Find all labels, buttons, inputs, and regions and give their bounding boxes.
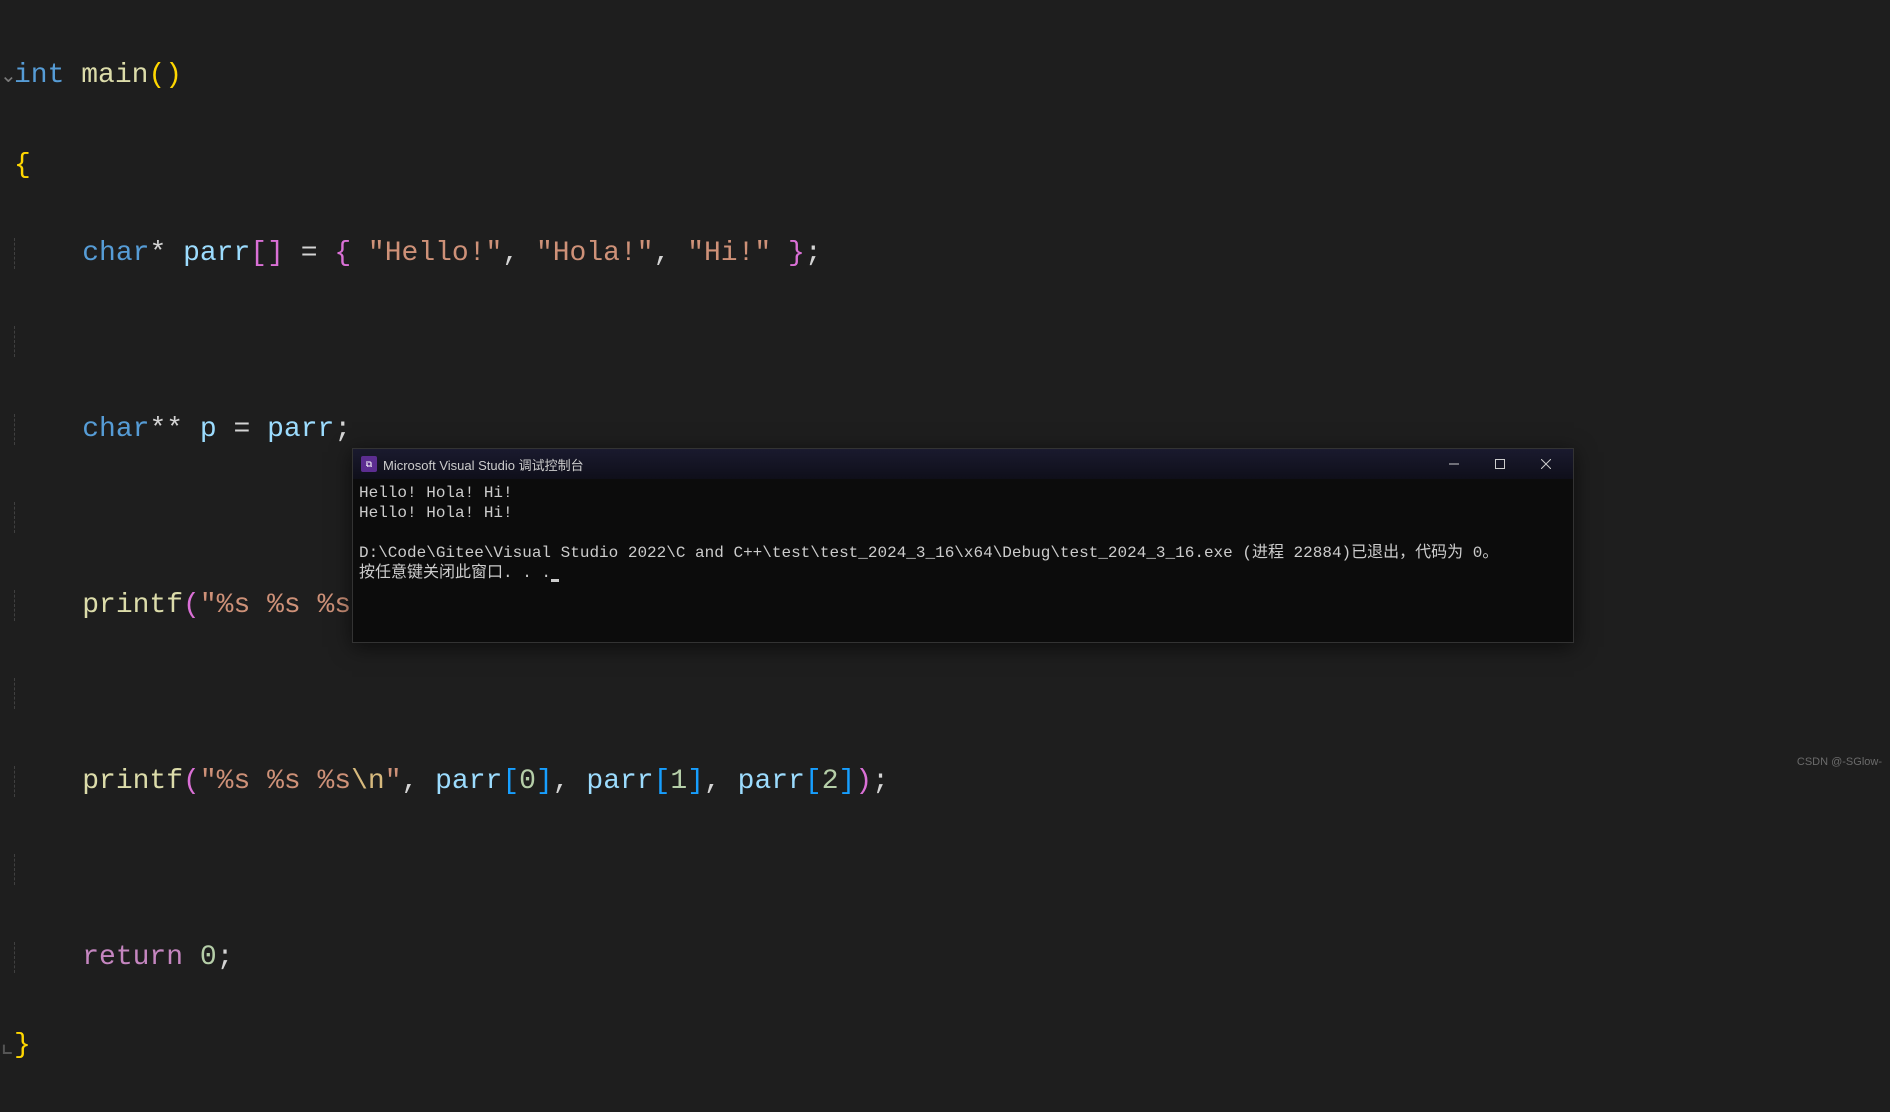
comma: , [704, 766, 738, 797]
quote: " [385, 766, 402, 797]
console-title: Microsoft Visual Studio 调试控制台 [383, 455, 1431, 474]
ptr-star: * [149, 238, 166, 269]
format-string: %s %s %s [217, 590, 351, 621]
bracket: [ [805, 766, 822, 797]
number: 2 [822, 766, 839, 797]
semicolon: ; [805, 238, 822, 269]
comma: , [402, 766, 436, 797]
string-hello: "Hello!" [368, 238, 502, 269]
number: 1 [670, 766, 687, 797]
func-printf: printf [82, 590, 183, 621]
paren-open: ( [183, 590, 200, 621]
brackets: [] [250, 238, 284, 269]
paren: () [148, 60, 182, 91]
debug-console-window[interactable]: ⧉ Microsoft Visual Studio 调试控制台 Hello! H… [352, 448, 1574, 643]
escape-newline: \n [351, 766, 385, 797]
keyword-char: char [82, 414, 149, 445]
close-brace: } [14, 1030, 31, 1061]
maximize-button[interactable] [1477, 449, 1523, 479]
equals: = [284, 238, 334, 269]
format-string: %s %s %s [217, 766, 351, 797]
init-open: { [334, 238, 368, 269]
bracket: ] [536, 766, 553, 797]
semicolon: ; [334, 414, 351, 445]
watermark: CSDN @-SGlow- [1797, 756, 1882, 768]
open-brace: { [14, 150, 31, 181]
semicolon: ; [217, 942, 234, 973]
string-hola: "Hola!" [536, 238, 654, 269]
close-button[interactable] [1523, 449, 1569, 479]
string-hi: "Hi!" [687, 238, 771, 269]
keyword-char: char [82, 238, 149, 269]
exit-line: D:\Code\Gitee\Visual Studio 2022\C and C… [359, 544, 1498, 562]
vs-icon: ⧉ [361, 456, 377, 472]
press-key-line: 按任意键关闭此窗口. . . [359, 564, 551, 582]
bracket: [ [654, 766, 671, 797]
ident-parr: parr [435, 766, 502, 797]
bracket: [ [502, 766, 519, 797]
keyword-int: int [14, 60, 64, 91]
cursor-icon [551, 579, 559, 582]
number-zero: 0 [200, 942, 217, 973]
minimize-button[interactable] [1431, 449, 1477, 479]
keyword-return: return [82, 942, 183, 973]
output-line: Hello! Hola! Hi! [359, 504, 513, 522]
equals: = [217, 414, 267, 445]
ident-parr: parr [586, 766, 653, 797]
init-close: } [771, 238, 805, 269]
fold-chevron-icon[interactable]: ⌄ [0, 56, 14, 100]
output-line: Hello! Hola! Hi! [359, 484, 513, 502]
ptr-star: ** [149, 414, 183, 445]
func-printf: printf [82, 766, 183, 797]
bracket: ] [839, 766, 856, 797]
semicolon: ; [872, 766, 889, 797]
ident-p: p [200, 414, 217, 445]
paren-close: ) [855, 766, 872, 797]
quote: " [200, 590, 217, 621]
comma: , [553, 766, 587, 797]
paren-open: ( [183, 766, 200, 797]
number: 0 [519, 766, 536, 797]
ident-parr: parr [183, 238, 250, 269]
console-titlebar[interactable]: ⧉ Microsoft Visual Studio 调试控制台 [353, 449, 1573, 479]
quote: " [200, 766, 217, 797]
bracket: ] [687, 766, 704, 797]
comma: , [654, 238, 688, 269]
comma: , [502, 238, 536, 269]
ident-parr: parr [738, 766, 805, 797]
func-main: main [81, 60, 148, 91]
ident-parr: parr [267, 414, 334, 445]
console-output[interactable]: Hello! Hola! Hi! Hello! Hola! Hi! D:\Cod… [353, 479, 1573, 587]
